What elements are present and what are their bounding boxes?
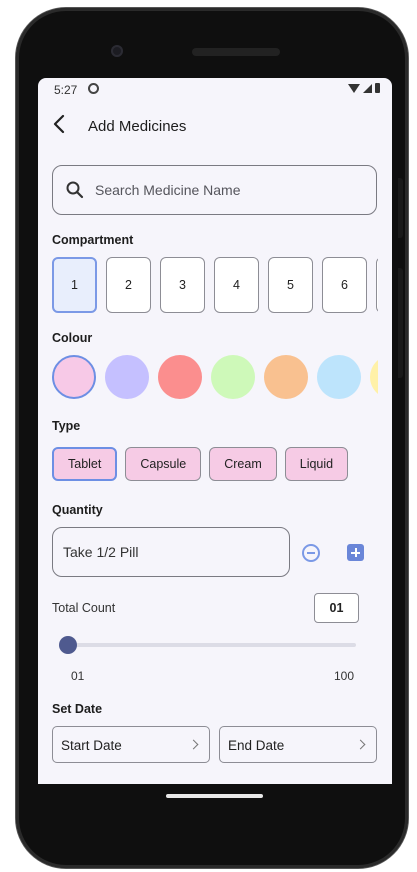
type-option-liquid[interactable]: Liquid: [284, 447, 349, 481]
colour-swatch[interactable]: [264, 355, 308, 399]
home-indicator[interactable]: [166, 794, 263, 798]
quantity-label: Quantity: [52, 503, 103, 517]
start-date-button[interactable]: Start Date: [52, 726, 210, 763]
slider-thumb[interactable]: [59, 636, 77, 654]
decrement-icon[interactable]: [302, 544, 320, 562]
notification-icon: [88, 83, 99, 94]
battery-icon: [375, 83, 380, 93]
search-icon: [66, 181, 84, 199]
wifi-icon: [348, 83, 360, 93]
increment-icon[interactable]: [347, 544, 364, 561]
compartment-option[interactable]: 4: [214, 257, 259, 313]
system-icons: [348, 83, 380, 93]
slider-max-label: 100: [334, 669, 355, 683]
power-button: [398, 178, 403, 238]
type-option-cream[interactable]: Cream: [209, 447, 277, 481]
colour-swatch[interactable]: [105, 355, 149, 399]
compartment-selector: 1 2 3 4 5 6: [52, 257, 378, 315]
status-time: 5:27: [54, 83, 78, 97]
start-date-label: Start Date: [61, 738, 122, 753]
front-camera: [111, 45, 123, 57]
total-count-slider[interactable]: [59, 636, 356, 654]
chevron-right-icon: [188, 739, 199, 750]
compartment-option[interactable]: 3: [160, 257, 205, 313]
colour-selector: [52, 355, 378, 401]
set-date-label: Set Date: [52, 702, 103, 716]
colour-swatch[interactable]: [370, 355, 378, 399]
page-title: Add Medicines: [88, 118, 187, 135]
signal-icon: [363, 83, 372, 93]
colour-swatch[interactable]: [158, 355, 202, 399]
end-date-label: End Date: [228, 738, 285, 753]
compartment-option[interactable]: 1: [52, 257, 97, 313]
colour-swatch[interactable]: [52, 355, 96, 399]
colour-swatch[interactable]: [317, 355, 361, 399]
quantity-input[interactable]: [63, 528, 273, 576]
search-field[interactable]: [52, 165, 377, 215]
type-selector: Tablet Capsule Cream Liquid: [52, 447, 349, 481]
colour-swatch[interactable]: [211, 355, 255, 399]
total-count-label: Total Count: [52, 601, 116, 615]
search-input[interactable]: [95, 166, 365, 214]
total-count-value[interactable]: 01: [314, 593, 359, 623]
app-bar: Add Medicines: [38, 108, 392, 142]
chevron-right-icon: [355, 739, 366, 750]
back-arrow-icon[interactable]: [50, 112, 70, 136]
slider-track: [68, 643, 356, 647]
compartment-option-partial[interactable]: [376, 257, 378, 313]
colour-label: Colour: [52, 331, 93, 345]
compartment-option[interactable]: 5: [268, 257, 313, 313]
type-label: Type: [52, 419, 81, 433]
compartment-label: Compartment: [52, 233, 134, 247]
end-date-button[interactable]: End Date: [219, 726, 377, 763]
earpiece-speaker: [192, 48, 280, 56]
compartment-option[interactable]: 2: [106, 257, 151, 313]
app-screen: 5:27 Add Medicines Compartment 1 2 3 4 5…: [38, 78, 392, 784]
type-option-capsule[interactable]: Capsule: [125, 447, 202, 481]
quantity-field[interactable]: [52, 527, 290, 577]
type-option-tablet[interactable]: Tablet: [52, 447, 118, 481]
status-bar: 5:27: [38, 78, 392, 100]
compartment-option[interactable]: 6: [322, 257, 367, 313]
volume-button: [398, 268, 403, 378]
slider-min-label: 01: [71, 669, 85, 683]
